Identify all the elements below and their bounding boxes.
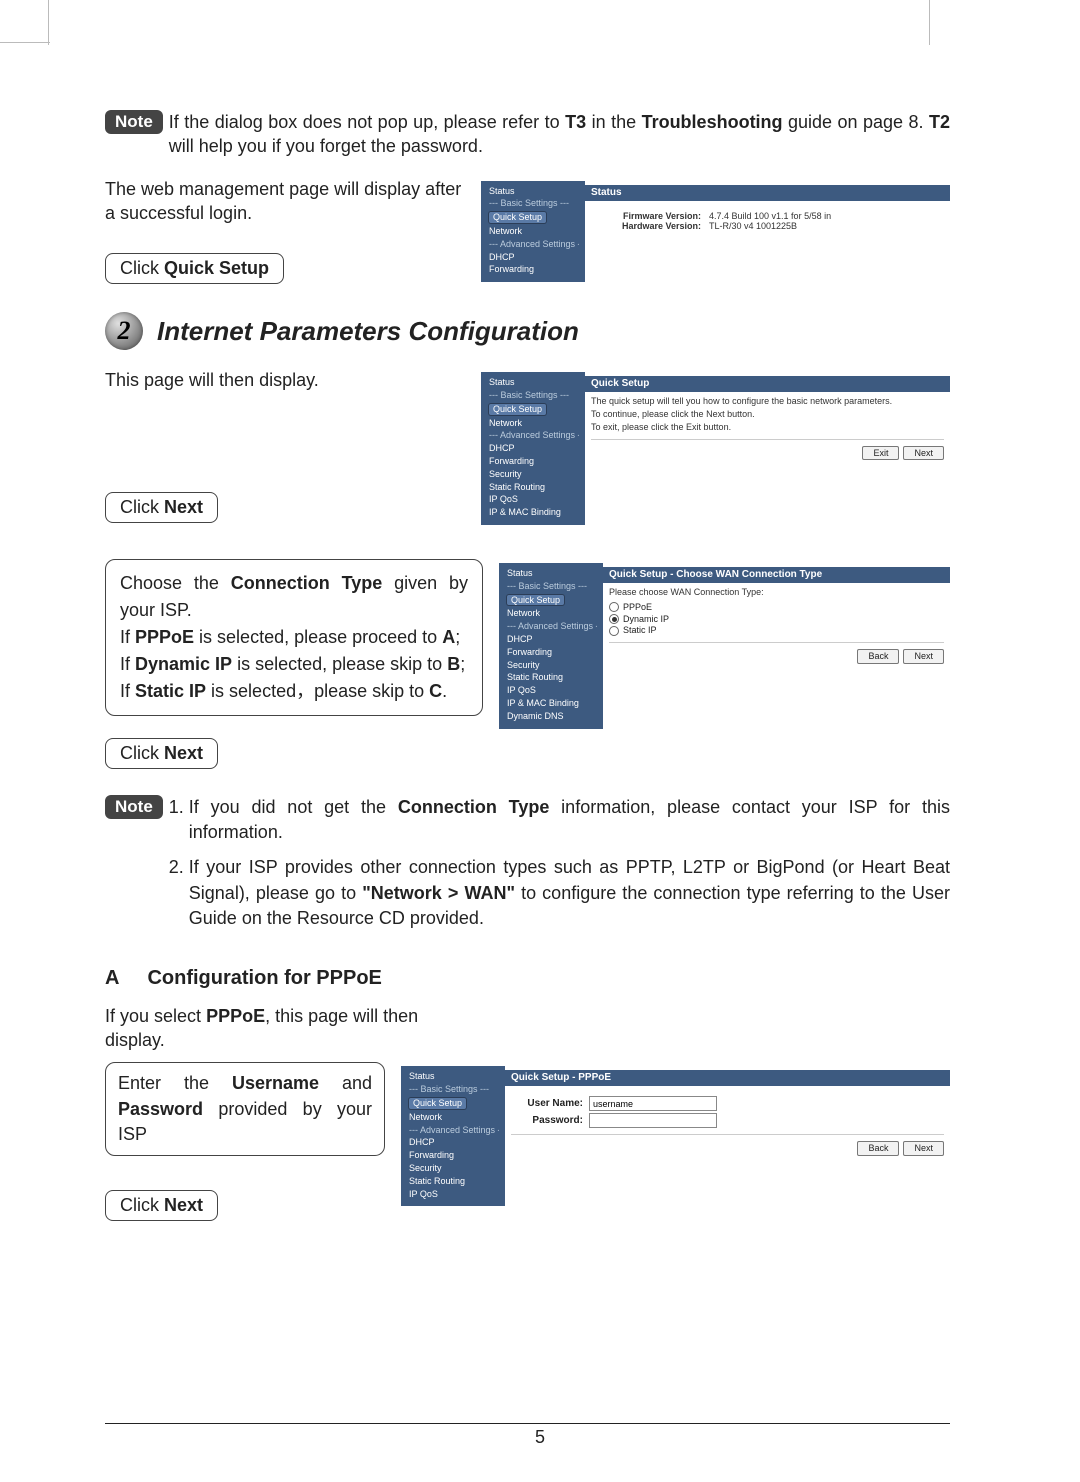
section-a-heading: A Configuration for PPPoE	[105, 967, 950, 990]
pane-title: Quick Setup	[585, 376, 950, 392]
click-quick-setup-box: Click Quick Setup	[105, 253, 284, 284]
radio-static ip[interactable]: Static IP	[609, 625, 944, 636]
radio-pppoe[interactable]: PPPoE	[609, 602, 944, 613]
nav-item[interactable]: Security	[505, 659, 597, 672]
nav-item[interactable]: Network	[505, 607, 597, 620]
nav-item: --- Basic Settings ---	[487, 389, 579, 402]
click-next-box-1: Click Next	[105, 492, 218, 523]
note-1: Note If the dialog box does not pop up, …	[105, 110, 950, 159]
nav-item: --- Advanced Settings ---	[487, 429, 579, 442]
nav-item[interactable]: Static Routing	[505, 671, 597, 684]
nav-item: --- Basic Settings ---	[505, 580, 597, 593]
nav-item: --- Advanced Settings ---	[407, 1124, 499, 1137]
nav-item[interactable]: Network	[487, 417, 579, 430]
nav-item[interactable]: DHCP	[505, 633, 597, 646]
screenshot-status: Status--- Basic Settings ---Quick SetupN…	[481, 181, 950, 283]
nav-item[interactable]: Forwarding	[487, 263, 579, 276]
note-badge-2: Note	[105, 795, 163, 819]
note-badge: Note	[105, 110, 163, 134]
nav-item: --- Advanced Settings ---	[505, 620, 597, 633]
next-button[interactable]: Next	[903, 446, 944, 461]
nav-panel: Status--- Basic Settings --- Quick Setup N…	[401, 1066, 505, 1206]
note-2: Note If you did not get the Connection T…	[105, 795, 950, 941]
field-label: User Name:	[511, 1098, 583, 1110]
back-button[interactable]: Back	[857, 1141, 899, 1156]
pppoe-credentials-box: Enter the Username and Password provided…	[105, 1062, 385, 1156]
field-label: Password:	[511, 1115, 583, 1127]
note-1-text: If the dialog box does not pop up, pleas…	[169, 110, 950, 159]
content-pane: Quick Setup - Choose WAN Connection Type…	[603, 563, 950, 729]
connection-type-box: Choose the Connection Type given by your…	[105, 559, 483, 716]
bottom-rule	[105, 1423, 950, 1424]
screenshot-quick-setup: Status--- Basic Settings --- Quick Setup N…	[481, 372, 950, 525]
nav-item[interactable]: Status	[487, 185, 579, 198]
nav-item[interactable]: DHCP	[487, 442, 579, 455]
back-button[interactable]: Back	[857, 649, 899, 664]
next-button[interactable]: Next	[903, 649, 944, 664]
nav-item[interactable]: Security	[407, 1162, 499, 1175]
content-pane: Quick Setup - PPPoE User Name: Password: Ba…	[505, 1066, 950, 1206]
pppoe-intro: If you select PPPoE, this page will then…	[105, 1004, 445, 1053]
nav-item: --- Basic Settings ---	[487, 197, 579, 210]
click-next-box-2: Click Next	[105, 738, 218, 769]
nav-panel: Status--- Basic Settings --- Quick SetupN…	[499, 563, 603, 729]
nav-item[interactable]: Forwarding	[487, 455, 579, 468]
paword-input[interactable]	[589, 1113, 717, 1128]
section-a-letter: A	[105, 967, 119, 989]
nav-item[interactable]: IP & MAC Binding	[505, 697, 597, 710]
note-2-list: If you did not get the Connection Type i…	[169, 795, 950, 941]
nav-panel: Status--- Basic Settings --- Quick Setup N…	[481, 181, 585, 283]
nav-item[interactable]: DHCP	[487, 251, 579, 264]
nav-item[interactable]: Forwarding	[407, 1149, 499, 1162]
content-pane: StatusFirmware Version:4.7.4 Build 100 v…	[585, 181, 950, 283]
nav-item[interactable]: Network	[407, 1111, 499, 1124]
nav-item[interactable]: Dynamic DNS	[505, 710, 597, 723]
nav-item-selected[interactable]: Quick Setup	[507, 595, 564, 606]
next-button[interactable]: Next	[903, 1141, 944, 1156]
nav-panel: Status--- Basic Settings --- Quick Setup N…	[481, 372, 585, 525]
nav-item[interactable]: IP QoS	[487, 493, 579, 506]
screenshot-pppoe: Status--- Basic Settings --- Quick Setup N…	[401, 1066, 950, 1206]
nav-item[interactable]: Status	[487, 376, 579, 389]
exit-button[interactable]: Exit	[862, 446, 899, 461]
nav-item[interactable]: IP QoS	[407, 1188, 499, 1201]
step-2-header: 2 Internet Parameters Configuration	[105, 312, 950, 350]
this-page-text: This page will then display.	[105, 368, 465, 392]
note-2-item: If your ISP provides other connection ty…	[189, 855, 950, 931]
nav-item[interactable]: Forwarding	[505, 646, 597, 659]
pane-title: Quick Setup - PPPoE	[505, 1070, 950, 1086]
page-number: 5	[0, 1427, 1080, 1448]
nav-item[interactable]: IP QoS	[505, 684, 597, 697]
section-a-title: Configuration for PPPoE	[147, 967, 381, 989]
content-pane: Quick SetupThe quick setup will tell you…	[585, 372, 950, 525]
nav-item[interactable]: Static Routing	[487, 481, 579, 494]
nav-item-selected[interactable]: Quick Setup	[489, 212, 546, 223]
nav-item-selected[interactable]: Quick Setup	[409, 1098, 466, 1109]
radio-dynamic ip[interactable]: Dynamic IP	[609, 614, 944, 625]
nav-item[interactable]: Status	[505, 567, 597, 580]
note-2-item: If you did not get the Connection Type i…	[189, 795, 950, 845]
field-row: User Name:	[511, 1096, 944, 1111]
nav-item[interactable]: DHCP	[407, 1136, 499, 1149]
nav-item[interactable]: IP & MAC Binding	[487, 506, 579, 519]
pane-title: Quick Setup - Choose WAN Connection Type	[603, 567, 950, 583]
nav-item-selected[interactable]: Quick Setup	[489, 404, 546, 415]
nav-item[interactable]: Status	[407, 1070, 499, 1083]
uer name-input[interactable]	[589, 1096, 717, 1111]
nav-item[interactable]: Security	[487, 468, 579, 481]
nav-item[interactable]: Network	[487, 225, 579, 238]
screenshot-wan-type: Status--- Basic Settings ---Quick SetupN…	[499, 563, 950, 729]
click-next-box-3: Click Next	[105, 1190, 218, 1221]
field-row: Password:	[511, 1113, 944, 1128]
nav-item[interactable]: Static Routing	[407, 1175, 499, 1188]
step-2-title: Internet Parameters Configuration	[157, 316, 579, 347]
mgmt-page-text: The web management page will display aft…	[105, 177, 465, 226]
nav-item: --- Advanced Settings ---	[487, 238, 579, 251]
nav-item: --- Basic Settings ---	[407, 1083, 499, 1096]
pane-title: Status	[585, 185, 950, 201]
step-2-number: 2	[105, 312, 143, 350]
